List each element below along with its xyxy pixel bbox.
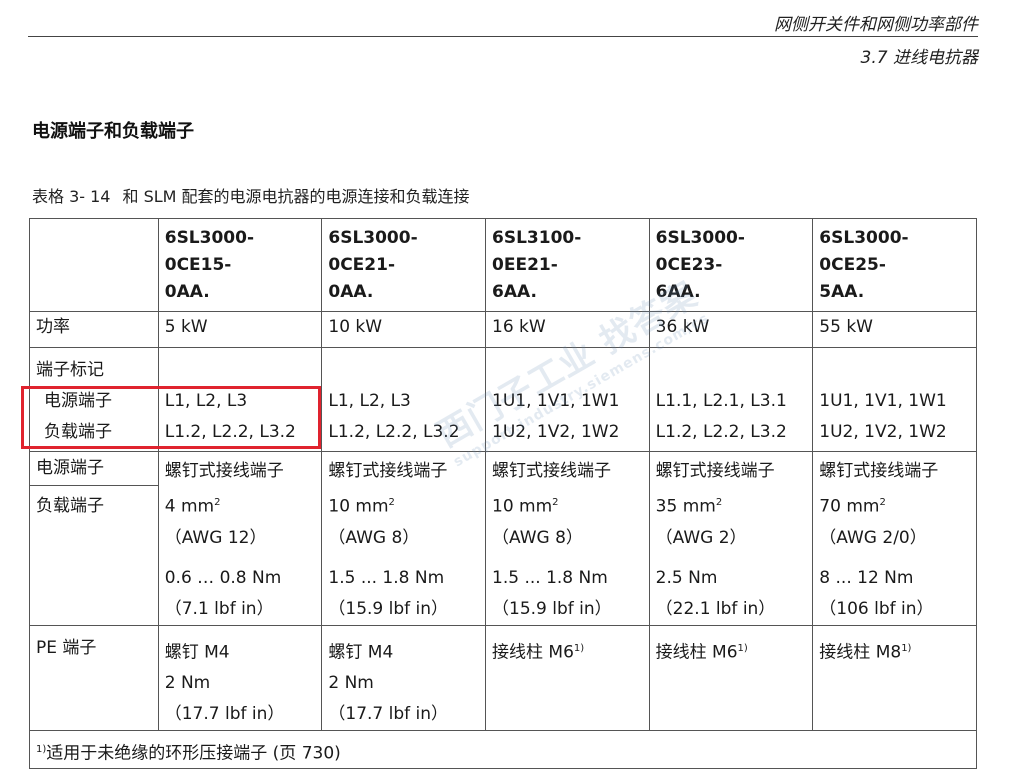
highlight-box xyxy=(21,386,321,449)
header-divider xyxy=(28,36,978,37)
table-caption: 表格 3- 14 和 SLM 配套的电源电抗器的电源连接和负载连接 xyxy=(32,183,470,207)
model-header-2: 6SL3000- 0CE21- 0AA. xyxy=(321,218,487,312)
pe-cell: 螺钉 M4 2 Nm （17.7 lbf in） xyxy=(157,624,323,732)
section-title: 电源端子和负载端子 xyxy=(32,121,194,142)
row-label-connection: 电源端子 负载端子 xyxy=(29,451,159,626)
row-label-pe: PE 端子 xyxy=(29,624,159,732)
terminal-table: 6SL3000- 0CE15- 0AA. 6SL3000- 0CE21- 0AA. 6S… xyxy=(29,218,977,770)
conn-load-label: 负载端子 xyxy=(36,496,104,516)
power-cell: 55 kW xyxy=(812,311,977,348)
connection-cell: 螺钉式接线端子 4 mm2 （AWG 12） 0.6 … 0.8 Nm （7.1… xyxy=(157,451,323,626)
table-row: PE 端子 螺钉 M4 2 Nm （17.7 lbf in） 螺钉 M4 2 N… xyxy=(29,624,977,732)
table-corner-cell xyxy=(29,218,159,312)
model-header-3: 6SL3100- 0EE21- 6AA. xyxy=(485,218,650,312)
pe-cell: 接线柱 M61) xyxy=(485,624,650,732)
pe-cell: 接线柱 M61) xyxy=(648,624,814,732)
terminal-marks-cell: 1U1, 1V1, 1W1 1U2, 1V2, 1W2 xyxy=(812,347,977,452)
connection-cell: 螺钉式接线端子 10 mm2 （AWG 8） 1.5 ... 1.8 Nm （1… xyxy=(321,451,487,626)
connection-cell: 螺钉式接线端子 35 mm2 （AWG 2） 2.5 Nm （22.1 lbf … xyxy=(648,451,814,626)
table-row: 功率 5 kW 10 kW 16 kW 36 kW 55 kW xyxy=(29,311,977,348)
model-header-5: 6SL3000- 0CE25- 5AA. xyxy=(812,218,977,312)
row-label-power: 功率 xyxy=(29,311,159,348)
header-chapter: 网侧开关件和网侧功率部件 xyxy=(774,15,978,35)
pe-cell: 接线柱 M81) xyxy=(812,624,977,732)
terminal-marks-cell: L1.1, L2.1, L3.1 L1.2, L2.2, L3.2 xyxy=(648,347,814,452)
caption-text: 和 SLM 配套的电源电抗器的电源连接和负载连接 xyxy=(122,187,470,206)
conn-supply-label: 电源端子 xyxy=(30,452,158,486)
connection-cell: 螺钉式接线端子 10 mm2 （AWG 8） 1.5 ... 1.8 Nm （1… xyxy=(485,451,650,626)
table-row: 6SL3000- 0CE15- 0AA. 6SL3000- 0CE21- 0AA. 6S… xyxy=(29,218,977,312)
power-cell: 10 kW xyxy=(321,311,487,348)
caption-number: 表格 3- 14 xyxy=(32,187,111,206)
header-section: 3.7 进线电抗器 xyxy=(860,48,978,68)
power-cell: 5 kW xyxy=(157,311,323,348)
table-row: 电源端子 负载端子 螺钉式接线端子 4 mm2 （AWG 12） 0.6 … 0… xyxy=(29,451,977,626)
footnote: 1)适用于未绝缘的环形压接端子 (页 730) xyxy=(29,730,977,770)
connection-cell: 螺钉式接线端子 70 mm2 （AWG 2/0） 8 ... 12 Nm （10… xyxy=(812,451,977,626)
pe-cell: 螺钉 M4 2 Nm （17.7 lbf in） xyxy=(321,624,487,732)
model-header-1: 6SL3000- 0CE15- 0AA. xyxy=(157,218,323,312)
table-row: 1)适用于未绝缘的环形压接端子 (页 730) xyxy=(29,730,977,770)
